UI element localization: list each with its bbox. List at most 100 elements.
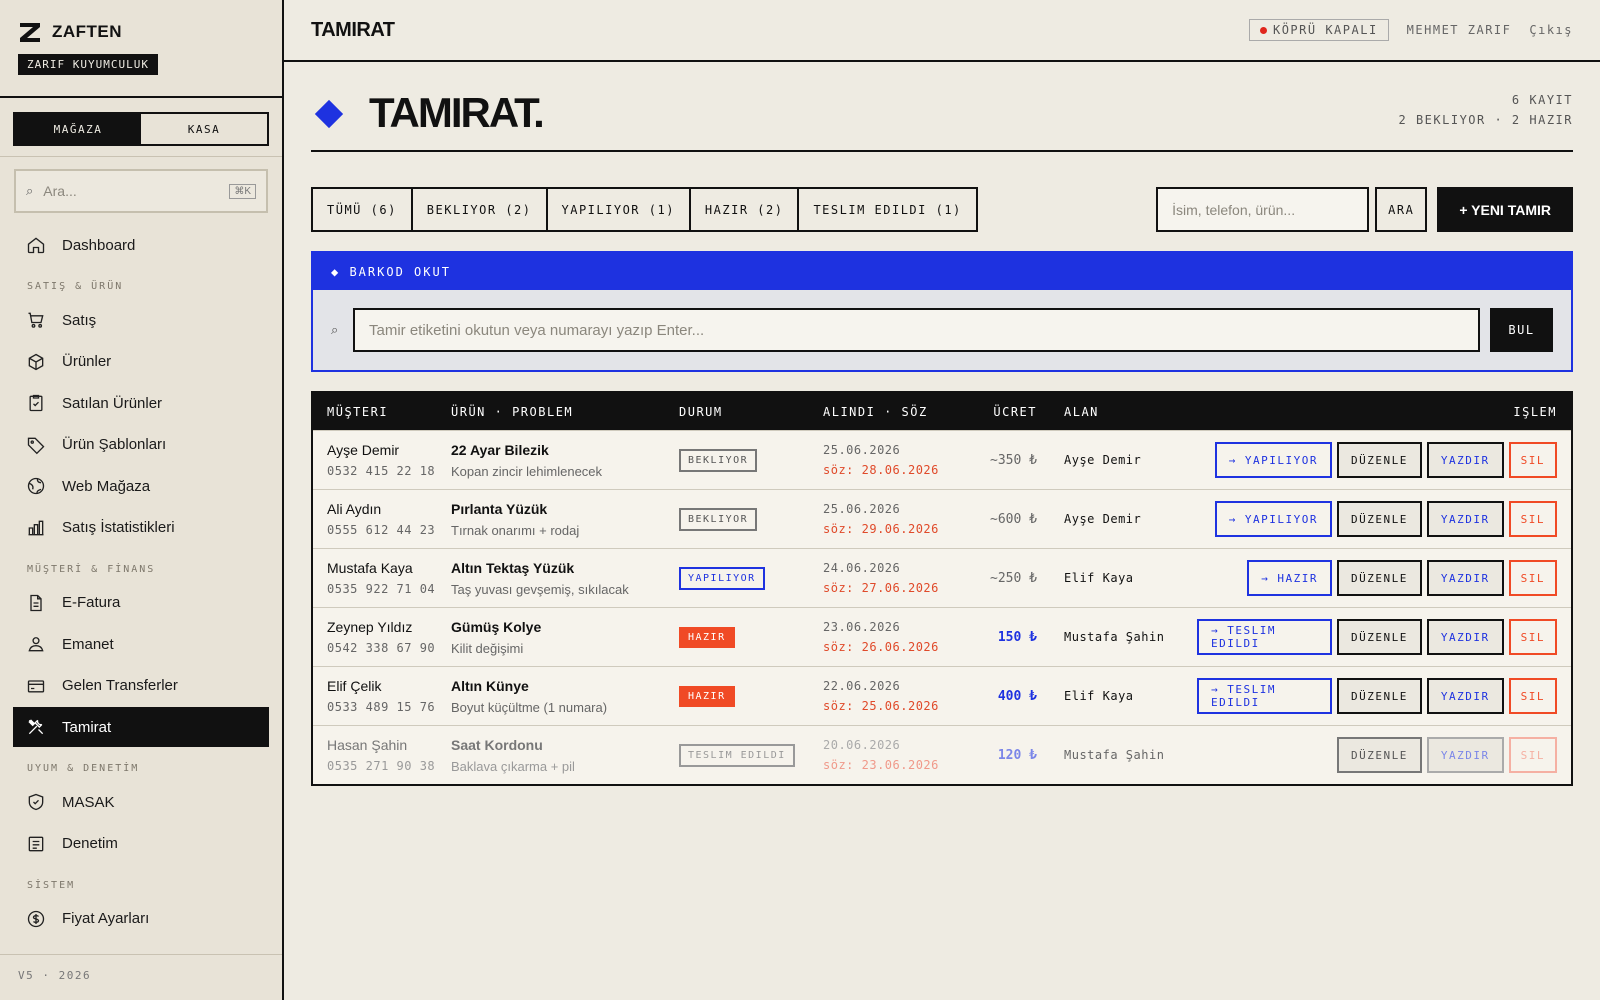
customer-name: Elif Çelik <box>327 678 382 694</box>
received-date: 24.06.2026 <box>823 561 901 575</box>
sidebar-item-urun-sablonlari[interactable]: Ürün Şablonları <box>13 425 269 465</box>
print-button[interactable]: YAZDIR <box>1426 737 1504 773</box>
edit-button[interactable]: DÜZENLE <box>1337 737 1422 773</box>
edit-button[interactable]: DÜZENLE <box>1337 442 1422 478</box>
received-date: 23.06.2026 <box>823 620 901 634</box>
record-count: 6 KAYIT <box>1511 93 1573 107</box>
edit-button[interactable]: DÜZENLE <box>1337 619 1422 655</box>
taken-by: Elif Kaya <box>1064 571 1134 585</box>
customer-phone: 0535 922 71 04 <box>327 582 436 596</box>
status-badge: TESLIM EDILDI <box>679 743 795 767</box>
repair-search-input[interactable]: İsim, telefon, ürün... <box>1156 187 1370 232</box>
delete-button[interactable]: SIL <box>1508 501 1557 537</box>
hero-title: TAMIRAT. <box>369 89 545 136</box>
table-row: Zeynep Yıldız 0542 338 67 90 Gümüş Kolye K… <box>313 607 1571 666</box>
filter-bekliyor[interactable]: BEKLIYOR (2) <box>413 189 548 230</box>
product-name: Pırlanta Yüzük <box>451 500 548 517</box>
sidebar-item-denetim[interactable]: Denetim <box>13 824 269 864</box>
delete-button[interactable]: SIL <box>1508 619 1557 655</box>
sidebar-search-input[interactable]: ⌕ Ara... ⌘K <box>14 169 268 213</box>
sidebar-item-label: Emanet <box>62 635 114 653</box>
customer-name: Zeynep Yıldız <box>327 619 413 635</box>
customer-phone: 0555 612 44 23 <box>327 523 436 537</box>
print-button[interactable]: YAZDIR <box>1426 442 1504 478</box>
sidebar-item-label: Satılan Ürünler <box>62 394 163 412</box>
advance-status-button[interactable]: → YAPILIYOR <box>1214 501 1333 537</box>
search-button[interactable]: ARA <box>1375 187 1428 232</box>
advance-status-button[interactable]: → TESLIM EDILDI <box>1197 619 1333 655</box>
status-summary: 2 BEKLIYOR · 2 HAZIR <box>1398 113 1573 127</box>
fee: ~250 ₺ <box>990 571 1037 586</box>
logout-link[interactable]: Çıkış <box>1529 23 1573 37</box>
table-row: Ayşe Demir 0532 415 22 18 22 Ayar Bilezik… <box>313 430 1571 489</box>
col-product: ÜRÜN · PROBLEM <box>451 404 574 419</box>
sidebar-item-label: Tamirat <box>62 718 112 736</box>
home-icon <box>27 237 45 254</box>
clipboard-check-icon <box>29 394 43 412</box>
filter-hazir[interactable]: HAZIR (2) <box>691 189 800 230</box>
sidebar-item-masak[interactable]: MASAK <box>13 782 269 822</box>
sidebar-item-e-fatura[interactable]: E-Fatura <box>13 583 269 623</box>
promise-date: söz: 29.06.2026 <box>823 522 939 536</box>
print-button[interactable]: YAZDIR <box>1426 678 1504 714</box>
sidebar-item-gelen-transferler[interactable]: Gelen Transferler <box>13 666 269 706</box>
col-dates: ALINDI · SÖZ <box>823 404 928 419</box>
problem-text: Kopan zincir lehimlenecek <box>451 463 603 479</box>
barcode-input[interactable]: Tamir etiketini okutun veya numarayı yaz… <box>353 308 1480 352</box>
sidebar: ZAFTEN ZARIF KUYUMCULUK MAĞAZA KASA ⌕ Ar… <box>0 0 284 1000</box>
brand: ZAFTEN ZARIF KUYUMCULUK <box>0 0 282 98</box>
sidebar-item-fiyat-ayarlari[interactable]: Fiyat Ayarları <box>13 899 269 939</box>
box-icon <box>28 353 44 370</box>
sidebar-item-tamirat[interactable]: Tamirat <box>13 707 269 747</box>
status-badge: BEKLIYOR <box>679 507 758 531</box>
filter-teslim-edildi[interactable]: TESLIM EDILDI (1) <box>799 189 975 230</box>
print-button[interactable]: YAZDIR <box>1426 619 1504 655</box>
fee: ~600 ₺ <box>990 512 1037 527</box>
search-icon: ⌕ <box>26 183 34 198</box>
brand-tagline: ZARIF KUYUMCULUK <box>18 54 158 75</box>
filter-all[interactable]: TÜMÜ (6) <box>313 189 413 230</box>
cart-icon <box>28 312 44 328</box>
nav-group-compliance: UYUM & DENETİM <box>27 763 140 774</box>
advance-status-button[interactable]: → HAZIR <box>1247 560 1333 596</box>
new-repair-button[interactable]: + YENI TAMIR <box>1437 187 1573 232</box>
delete-button[interactable]: SIL <box>1508 737 1557 773</box>
sidebar-item-urunler[interactable]: Ürünler <box>13 342 269 382</box>
nav-group-sales: SATIŞ & ÜRÜN <box>27 281 124 292</box>
edit-button[interactable]: DÜZENLE <box>1337 501 1422 537</box>
delete-button[interactable]: SIL <box>1508 678 1557 714</box>
sidebar-item-emanet[interactable]: Emanet <box>13 624 269 664</box>
diamond-icon <box>314 99 344 129</box>
delete-button[interactable]: SIL <box>1508 442 1557 478</box>
col-customer: MÜŞTERI <box>327 404 389 419</box>
delete-button[interactable]: SIL <box>1508 560 1557 596</box>
received-date: 20.06.2026 <box>823 738 901 752</box>
bar-chart-icon <box>28 520 44 535</box>
mode-magaza-button[interactable]: MAĞAZA <box>15 114 141 144</box>
user-name[interactable]: MEHMET ZARIF <box>1407 23 1512 37</box>
problem-text: Baklava çıkarma + pil <box>451 758 575 774</box>
advance-status-button[interactable]: → TESLIM EDILDI <box>1197 678 1333 714</box>
repairs-table: MÜŞTERI ÜRÜN · PROBLEM DURUM ALINDI · SÖ… <box>311 391 1573 786</box>
sidebar-item-satis[interactable]: Satış <box>13 300 269 340</box>
search-icon: ⌕ <box>331 322 339 337</box>
page-header: TAMIRAT. 6 KAYIT 2 BEKLIYOR · 2 HAZIR <box>311 62 1573 152</box>
sidebar-item-web-magaza[interactable]: Web Mağaza <box>13 466 269 506</box>
edit-button[interactable]: DÜZENLE <box>1337 560 1422 596</box>
sidebar-search-placeholder: Ara... <box>43 183 77 199</box>
advance-status-button[interactable]: → YAPILIYOR <box>1214 442 1333 478</box>
fee: 400 ₺ <box>997 689 1037 704</box>
sidebar-item-satis-istatistikleri[interactable]: Satış İstatistikleri <box>13 508 269 548</box>
mode-kasa-button[interactable]: KASA <box>141 114 267 144</box>
status-badge: HAZIR <box>679 685 735 707</box>
sidebar-item-label: Ürünler <box>62 353 112 370</box>
filter-yapiliyor[interactable]: YAPILIYOR (1) <box>548 189 691 230</box>
edit-button[interactable]: DÜZENLE <box>1337 678 1422 714</box>
print-button[interactable]: YAZDIR <box>1426 501 1504 537</box>
print-button[interactable]: YAZDIR <box>1426 560 1504 596</box>
brand-name: ZAFTEN <box>52 22 123 41</box>
find-button[interactable]: BUL <box>1490 308 1553 352</box>
sidebar-item-dashboard[interactable]: Dashboard <box>13 225 269 265</box>
tools-icon <box>28 719 44 735</box>
sidebar-item-satilan-urunler[interactable]: Satılan Ürünler <box>13 383 269 423</box>
